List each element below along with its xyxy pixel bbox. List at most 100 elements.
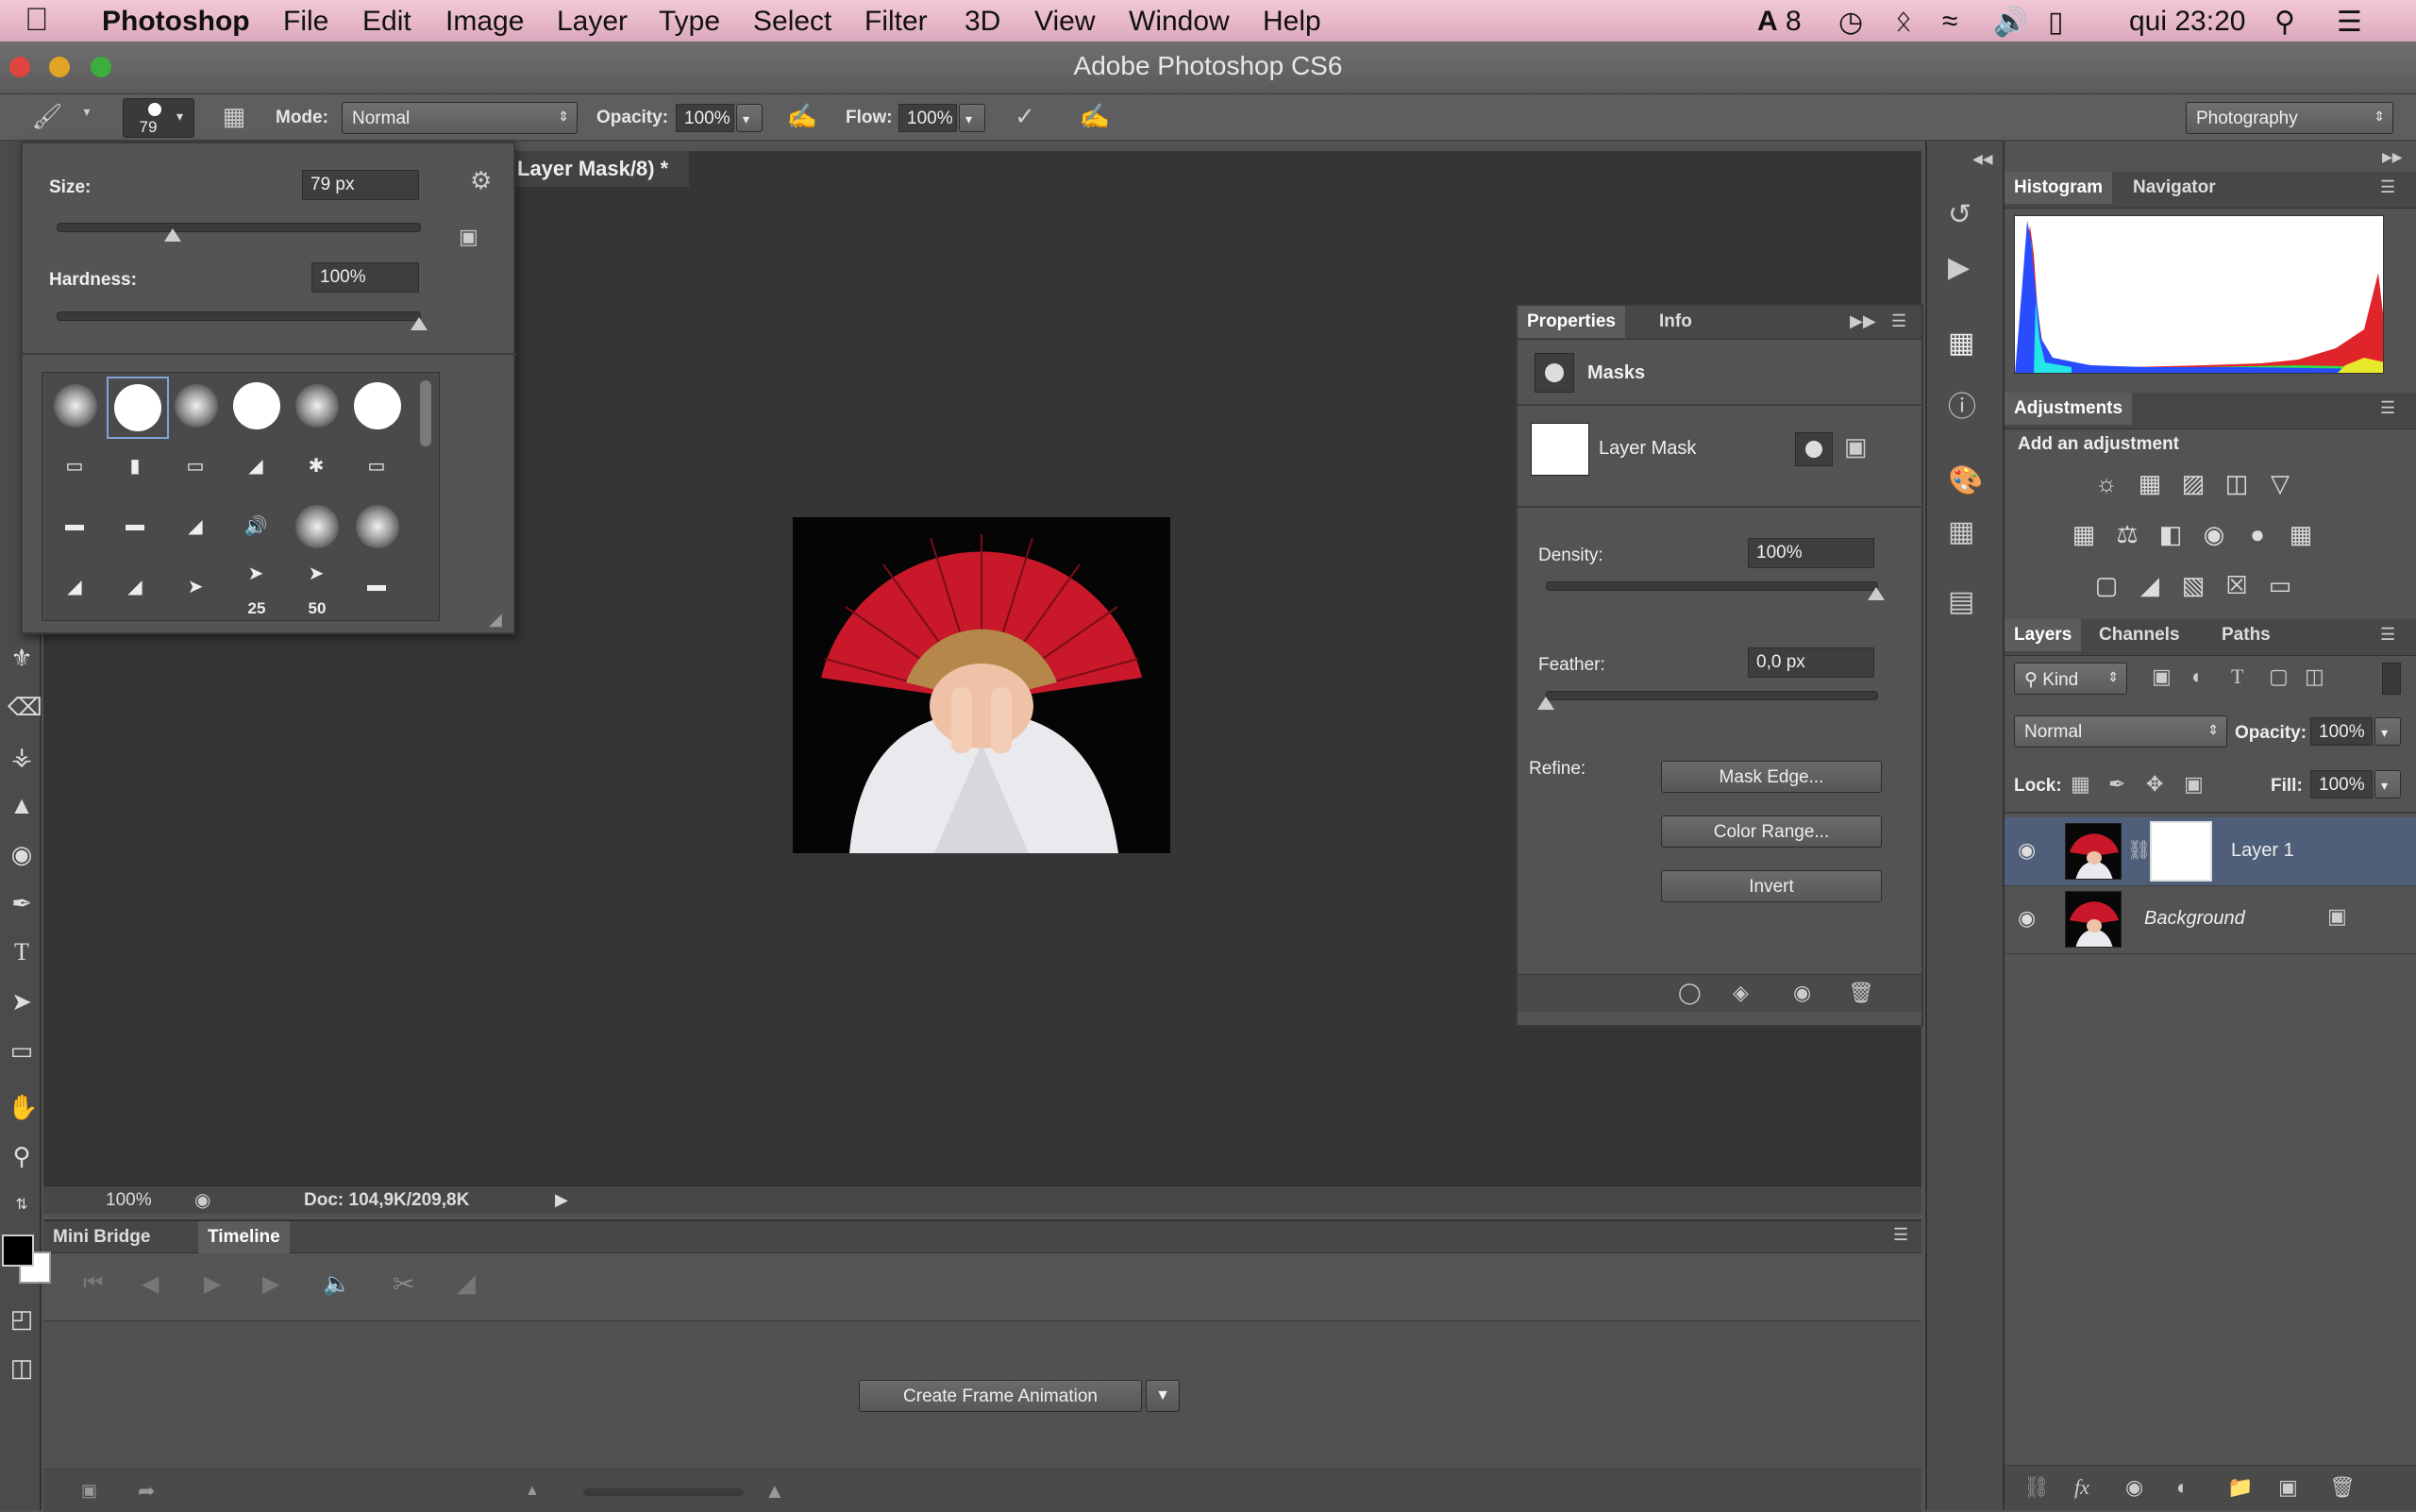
disable-mask-eye-icon[interactable]: ◉ [1793, 981, 1811, 1005]
brightness-contrast-icon[interactable]: ☼ [2089, 466, 2123, 500]
brush-tip-angle[interactable]: ◢ [107, 558, 165, 616]
zoom-tool-icon[interactable]: ⚲ [8, 1140, 36, 1172]
zoom-out-timeline-icon[interactable]: ▲ [525, 1483, 540, 1500]
swatches-panel-icon[interactable]: 🎨 [1948, 464, 1983, 497]
exposure-icon[interactable]: ◫ [2220, 466, 2254, 500]
brush-tip-soft-round[interactable] [348, 497, 407, 556]
layer-fill-field[interactable]: 100% [2310, 770, 2373, 798]
workspace-switcher[interactable]: Photography ⇕ [2186, 102, 2393, 134]
popup-resize-grip-icon[interactable]: ◢ [489, 610, 502, 630]
brush-tip-pencil[interactable]: ▬ [348, 558, 407, 616]
brush-hardness-slider[interactable] [57, 311, 421, 321]
color-balance-icon[interactable]: ⚖ [2110, 517, 2144, 551]
play-icon[interactable]: ▶ [204, 1270, 221, 1298]
lock-position-icon[interactable]: ✥ [2146, 772, 2163, 797]
collapse-panel-icon[interactable]: ▶▶ [1850, 311, 1876, 331]
brush-hardness-slider-thumb[interactable] [411, 317, 428, 330]
brush-tip-pencil[interactable]: ➤ [167, 558, 226, 616]
next-frame-icon[interactable]: ▶ [262, 1270, 279, 1298]
menu-image[interactable]: Image [445, 6, 524, 38]
filter-smart-objects-icon[interactable]: ◫ [2305, 664, 2324, 689]
timeline-panel-menu-icon[interactable]: ☰ [1893, 1225, 1908, 1245]
feather-slider[interactable] [1546, 691, 1878, 700]
brush-tip-airbrush[interactable]: 🔊 [227, 497, 286, 556]
layer-visibility-eye-icon[interactable]: ◉ [2018, 906, 2036, 931]
foreground-color-swatch[interactable] [2, 1235, 34, 1267]
menu-type[interactable]: Type [659, 6, 720, 38]
add-layer-mask-icon[interactable]: ◉ [2125, 1475, 2143, 1500]
new-preset-icon[interactable]: ▣ [459, 225, 478, 249]
layers-panel-menu-icon[interactable]: ☰ [2380, 625, 2395, 645]
history-brush-tool-icon[interactable]: ⚜ [8, 642, 36, 674]
dodge-tool-icon[interactable]: ◉ [8, 838, 36, 870]
brush-grid-scrollbar[interactable] [420, 380, 431, 446]
previous-frame-icon[interactable]: ◀ [142, 1270, 159, 1298]
layer-filter-kind-select[interactable]: ⚲ Kind ⇕ [2014, 663, 2127, 695]
new-group-folder-icon[interactable]: 📁 [2227, 1475, 2253, 1500]
black-white-icon[interactable]: ◧ [2154, 517, 2188, 551]
filter-type-layers-icon[interactable]: T [2231, 664, 2243, 689]
render-video-icon[interactable]: ➦ [138, 1479, 155, 1504]
tab-paths[interactable]: Paths [2212, 619, 2280, 651]
brush-tip-flat[interactable]: ▬ [46, 497, 105, 556]
create-animation-dropdown[interactable]: ▼ [1146, 1380, 1180, 1412]
brush-tip-angle[interactable]: ◢ [167, 497, 226, 556]
select-layer-mask-button[interactable] [1795, 432, 1833, 466]
tab-histogram[interactable]: Histogram [2005, 172, 2112, 204]
brush-tip-hard-round[interactable] [227, 377, 286, 435]
tab-layers[interactable]: Layers [2005, 619, 2082, 651]
brush-size-field[interactable]: 79 px [302, 170, 419, 200]
flow-field[interactable]: 100% [898, 104, 957, 132]
tab-channels[interactable]: Channels [2089, 619, 2190, 651]
opacity-dropdown[interactable]: ▾ [736, 104, 763, 132]
pressure-size-icon[interactable]: ✍ [1076, 102, 1114, 131]
layer-row-background[interactable]: ◉ Background ▣ [2005, 885, 2416, 954]
brush-tip-numbered[interactable]: ➤ 50 [288, 558, 346, 617]
layer-opacity-dropdown[interactable]: ▾ [2374, 717, 2401, 746]
layer-blend-mode-select[interactable]: Normal ⇕ [2014, 715, 2227, 748]
brush-tip-airbrush[interactable]: ✱ [288, 437, 346, 496]
brush-tip-soft-round[interactable] [46, 377, 105, 435]
feather-field[interactable]: 0,0 px [1748, 647, 1874, 678]
layer-mask-thumbnail-selected[interactable] [2150, 821, 2212, 882]
hue-saturation-icon[interactable]: ▦ [2067, 517, 2101, 551]
load-selection-from-mask-icon[interactable]: ◯ [1678, 981, 1702, 1005]
menu-window[interactable]: Window [1129, 6, 1230, 38]
lock-image-pixels-icon[interactable]: ✒ [2108, 772, 2125, 797]
histogram-panel-menu-icon[interactable]: ☰ [2380, 177, 2395, 197]
quick-mask-icon[interactable]: ◰ [8, 1302, 36, 1335]
history-panel-icon[interactable]: ↺ [1948, 198, 1971, 231]
posterize-icon[interactable]: ◢ [2133, 568, 2167, 602]
new-adjustment-layer-icon[interactable]: ◐ [2176, 1475, 2189, 1500]
layer-name[interactable]: Background [2144, 908, 2245, 930]
pressure-opacity-icon[interactable]: ✍ [783, 102, 821, 131]
menu-filter[interactable]: Filter [864, 6, 928, 38]
wifi-icon[interactable]: ≈ [1942, 6, 1957, 38]
layer-mask-thumbnail[interactable] [1531, 423, 1589, 476]
spotlight-icon[interactable]: ⚲ [2274, 6, 2295, 39]
layer-opacity-field[interactable]: 100% [2310, 717, 2373, 746]
actions-panel-icon[interactable]: ▶ [1948, 251, 1970, 284]
screen-mode-icon[interactable]: ◫ [8, 1352, 36, 1384]
status-info-icon[interactable]: ◉ [194, 1188, 210, 1212]
brush-tip-angle[interactable]: ◢ [46, 558, 105, 616]
brush-hardness-field[interactable]: 100% [311, 262, 419, 293]
volume-icon[interactable]: 🔊 [1993, 6, 2028, 39]
properties-panel-menu-icon[interactable]: ☰ [1891, 311, 1906, 331]
path-selection-tool-icon[interactable]: ➤ [8, 985, 36, 1017]
blur-tool-icon[interactable]: ▲ [8, 789, 36, 821]
tool-preset-dropdown-icon[interactable]: ▾ [79, 104, 94, 120]
brush-tip-erodible[interactable]: ▮ [107, 437, 165, 496]
mode-select[interactable]: Normal ⇕ [342, 102, 578, 134]
levels-icon[interactable]: ▦ [2133, 466, 2167, 500]
layer-visibility-eye-icon[interactable]: ◉ [2018, 838, 2036, 863]
layer-style-fx-icon[interactable]: fx [2074, 1475, 2089, 1500]
apply-mask-icon[interactable]: ◈ [1733, 981, 1749, 1005]
notification-center-icon[interactable]: ☰ [2337, 6, 2362, 39]
menu-layer[interactable]: Layer [557, 6, 628, 38]
brush-panel-toggle-icon[interactable]: ▦ [215, 102, 253, 131]
link-layers-icon[interactable]: ⛓ [2023, 1475, 2050, 1500]
opacity-field[interactable]: 100% [676, 104, 734, 132]
battery-icon[interactable]: ▯ [2048, 6, 2064, 39]
brush-preset-picker[interactable]: 79 ▾ [123, 98, 194, 138]
